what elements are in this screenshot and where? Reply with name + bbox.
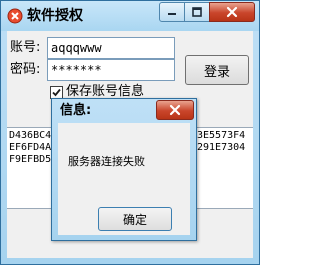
maximize-button[interactable] <box>184 2 210 22</box>
close-icon <box>226 6 238 18</box>
dialog-close-button[interactable] <box>156 100 194 120</box>
machine-code-line: EF6FD4A <box>9 142 52 153</box>
minimize-button[interactable] <box>159 2 185 22</box>
machine-code-line: F9EFBD5 <box>9 154 52 165</box>
machine-code-line: 291E7304 <box>197 142 246 153</box>
machine-code-line: D436BC4 <box>9 130 52 141</box>
dialog-message: 服务器连接失败 <box>68 155 145 168</box>
close-button[interactable] <box>209 2 255 22</box>
maximize-icon <box>192 7 202 17</box>
password-label: 密码: <box>10 62 41 77</box>
window-title: 软件授权 <box>27 8 83 24</box>
checkmark-icon <box>52 88 61 97</box>
account-label: 账号: <box>10 40 41 55</box>
dialog-title: 信息: <box>60 103 92 118</box>
login-button[interactable]: 登录 <box>185 55 249 85</box>
minimize-icon <box>168 13 176 15</box>
dialog-body: 服务器连接失败 确定 <box>58 123 190 235</box>
app-icon <box>7 8 23 24</box>
ok-button[interactable]: 确定 <box>98 207 172 231</box>
machine-code-line: 3E5573F4 <box>197 130 246 141</box>
info-dialog: 信息: 服务器连接失败 确定 <box>51 98 197 241</box>
password-input[interactable]: ******* <box>47 59 175 81</box>
screen: 软件授权 账号: aqqqwww 密码: ******* 登录 保存账号信息 D… <box>0 0 260 265</box>
account-input[interactable]: aqqqwww <box>47 37 175 59</box>
close-icon <box>169 104 181 116</box>
title-bar[interactable]: 软件授权 <box>1 1 259 31</box>
